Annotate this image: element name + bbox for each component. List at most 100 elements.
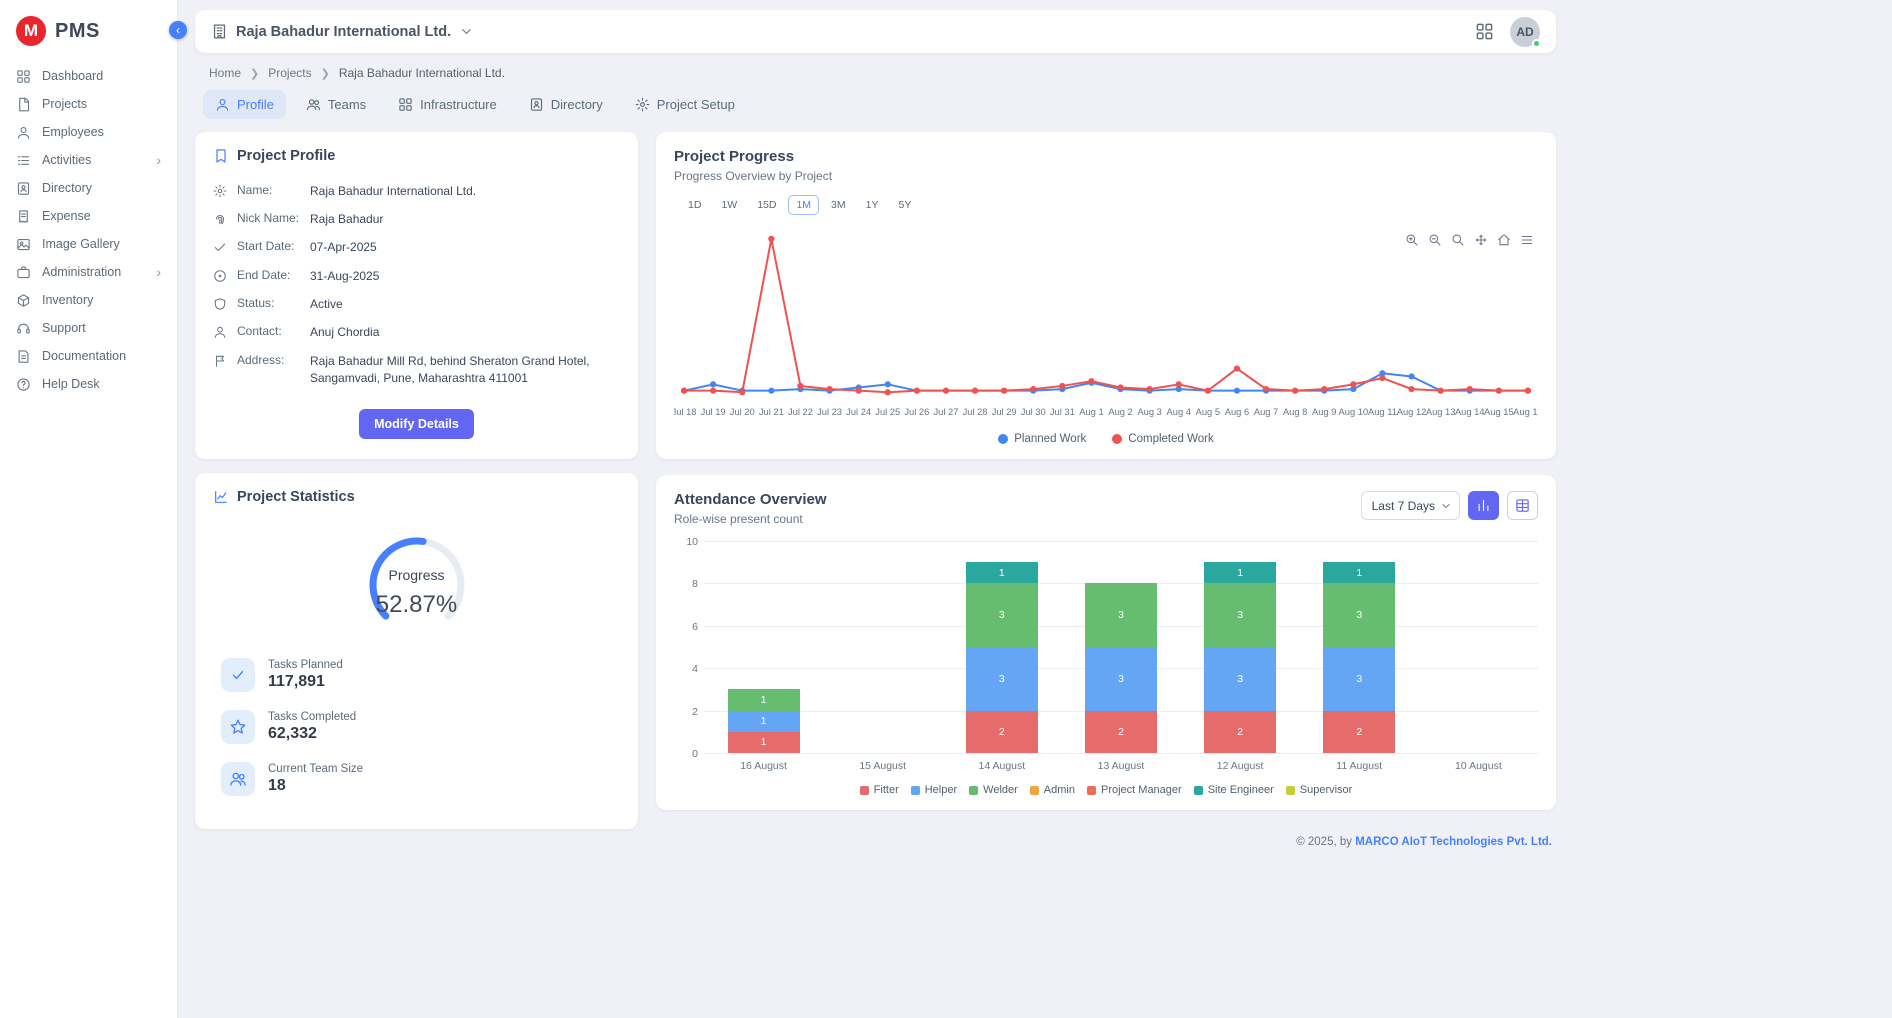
sidebar-item-support[interactable]: Support [0,314,177,342]
bar-segment-Fitter[interactable]: 1 [728,732,800,753]
home-icon[interactable] [1497,233,1511,247]
bar-stack-12 August[interactable]: 2331 [1204,562,1276,753]
bar-segment-Welder[interactable]: 3 [966,583,1038,647]
breadcrumb-home[interactable]: Home [209,66,241,80]
range-button-5y[interactable]: 5Y [890,195,919,215]
data-point[interactable] [1176,381,1182,387]
bar-segment-Welder[interactable]: 1 [728,689,800,710]
sidebar-item-dashboard[interactable]: Dashboard [0,62,177,90]
modify-details-button[interactable]: Modify Details [359,409,474,439]
sidebar-item-documentation[interactable]: Documentation [0,342,177,370]
data-point[interactable] [1234,365,1240,371]
zoom-in-icon[interactable] [1405,233,1419,247]
data-point[interactable] [1321,386,1327,392]
data-point[interactable] [856,388,862,394]
tab-directory[interactable]: Directory [517,90,615,119]
zoom-out-icon[interactable] [1428,233,1442,247]
data-point[interactable] [1408,373,1414,379]
company-selector[interactable]: Raja Bahadur International Ltd. [211,23,474,40]
data-point[interactable] [1379,375,1385,381]
data-point[interactable] [1117,384,1123,390]
sidebar-item-expense[interactable]: Expense [0,202,177,230]
tab-infrastructure[interactable]: Infrastructure [386,90,509,119]
bar-segment-Site Engineer[interactable]: 1 [966,562,1038,583]
data-point[interactable] [1059,383,1065,389]
legend-item-Project Manager[interactable]: Project Manager [1087,784,1182,796]
bar-stack-16 August[interactable]: 111 [728,689,800,753]
sidebar-item-administration[interactable]: Administration › [0,258,177,286]
avatar[interactable]: AD [1510,17,1540,47]
range-button-1d[interactable]: 1D [680,195,709,215]
legend-item-Admin[interactable]: Admin [1030,784,1075,796]
data-point[interactable] [1147,386,1153,392]
legend-item-Fitter[interactable]: Fitter [860,784,899,796]
data-point[interactable] [1263,386,1269,392]
app-logo[interactable]: M PMS [0,10,177,62]
bar-segment-Site Engineer[interactable]: 1 [1323,562,1395,583]
breadcrumb-projects[interactable]: Projects [268,66,311,80]
bar-segment-Welder[interactable]: 3 [1323,583,1395,647]
tab-teams[interactable]: Teams [294,90,378,119]
bar-segment-Helper[interactable]: 3 [1323,647,1395,711]
sidebar-item-image-gallery[interactable]: Image Gallery [0,230,177,258]
data-point[interactable] [885,389,891,395]
bar-segment-Fitter[interactable]: 2 [1085,711,1157,753]
sidebar-item-employees[interactable]: Employees [0,118,177,146]
legend-item-Welder[interactable]: Welder [969,784,1018,796]
range-button-3m[interactable]: 3M [823,195,854,215]
apps-grid-icon[interactable] [1475,22,1494,41]
bar-segment-Helper[interactable]: 1 [728,711,800,732]
data-point[interactable] [710,388,716,394]
data-point[interactable] [1467,386,1473,392]
legend-item-Supervisor[interactable]: Supervisor [1286,784,1353,796]
data-point[interactable] [797,383,803,389]
data-point[interactable] [768,388,774,394]
data-point[interactable] [710,381,716,387]
data-point[interactable] [914,388,920,394]
data-point[interactable] [1088,378,1094,384]
bar-stack-13 August[interactable]: 233 [1085,583,1157,753]
range-button-1w[interactable]: 1W [713,195,745,215]
legend-item-Site Engineer[interactable]: Site Engineer [1194,784,1274,796]
tab-profile[interactable]: Profile [203,90,286,119]
data-point[interactable] [1438,388,1444,394]
bar-segment-Helper[interactable]: 3 [966,647,1038,711]
data-point[interactable] [1030,386,1036,392]
data-point[interactable] [1001,388,1007,394]
company-link[interactable]: MARCO AIoT Technologies Pvt. Ltd. [1355,836,1552,848]
range-button-1m[interactable]: 1M [788,195,819,215]
table-view-button[interactable] [1507,491,1538,520]
data-point[interactable] [739,389,745,395]
sidebar-item-activities[interactable]: Activities › [0,146,177,174]
data-point[interactable] [1350,381,1356,387]
data-point[interactable] [681,388,687,394]
bar-segment-Helper[interactable]: 3 [1085,647,1157,711]
bar-segment-Fitter[interactable]: 2 [1204,711,1276,753]
chart-view-button[interactable] [1468,491,1499,520]
sidebar-item-help-desk[interactable]: Help Desk [0,370,177,398]
range-button-1y[interactable]: 1Y [858,195,887,215]
attendance-bar-chart[interactable]: 0246810111233123323312331 16 August15 Au… [674,542,1538,796]
range-button-15d[interactable]: 15D [749,195,784,215]
data-point[interactable] [885,381,891,387]
bar-stack-14 August[interactable]: 2331 [966,562,1038,753]
data-point[interactable] [768,236,774,242]
bar-segment-Welder[interactable]: 3 [1204,583,1276,647]
sidebar-item-inventory[interactable]: Inventory [0,286,177,314]
menu-icon[interactable] [1520,233,1534,247]
data-point[interactable] [943,388,949,394]
legend-item-Planned Work[interactable]: Planned Work [998,433,1086,445]
data-point[interactable] [1525,388,1531,394]
data-point[interactable] [1205,388,1211,394]
pan-icon[interactable] [1474,233,1488,247]
bar-segment-Fitter[interactable]: 2 [966,711,1038,753]
data-point[interactable] [1234,388,1240,394]
bar-stack-11 August[interactable]: 2331 [1323,562,1395,753]
legend-item-Helper[interactable]: Helper [911,784,957,796]
legend-item-Completed Work[interactable]: Completed Work [1112,433,1213,445]
data-point[interactable] [826,386,832,392]
data-point[interactable] [1408,386,1414,392]
date-range-select[interactable]: Last 7 Days [1361,491,1460,520]
data-point[interactable] [972,388,978,394]
progress-line-chart[interactable]: Jul 18Jul 19Jul 20Jul 21Jul 22Jul 23Jul … [674,217,1538,429]
